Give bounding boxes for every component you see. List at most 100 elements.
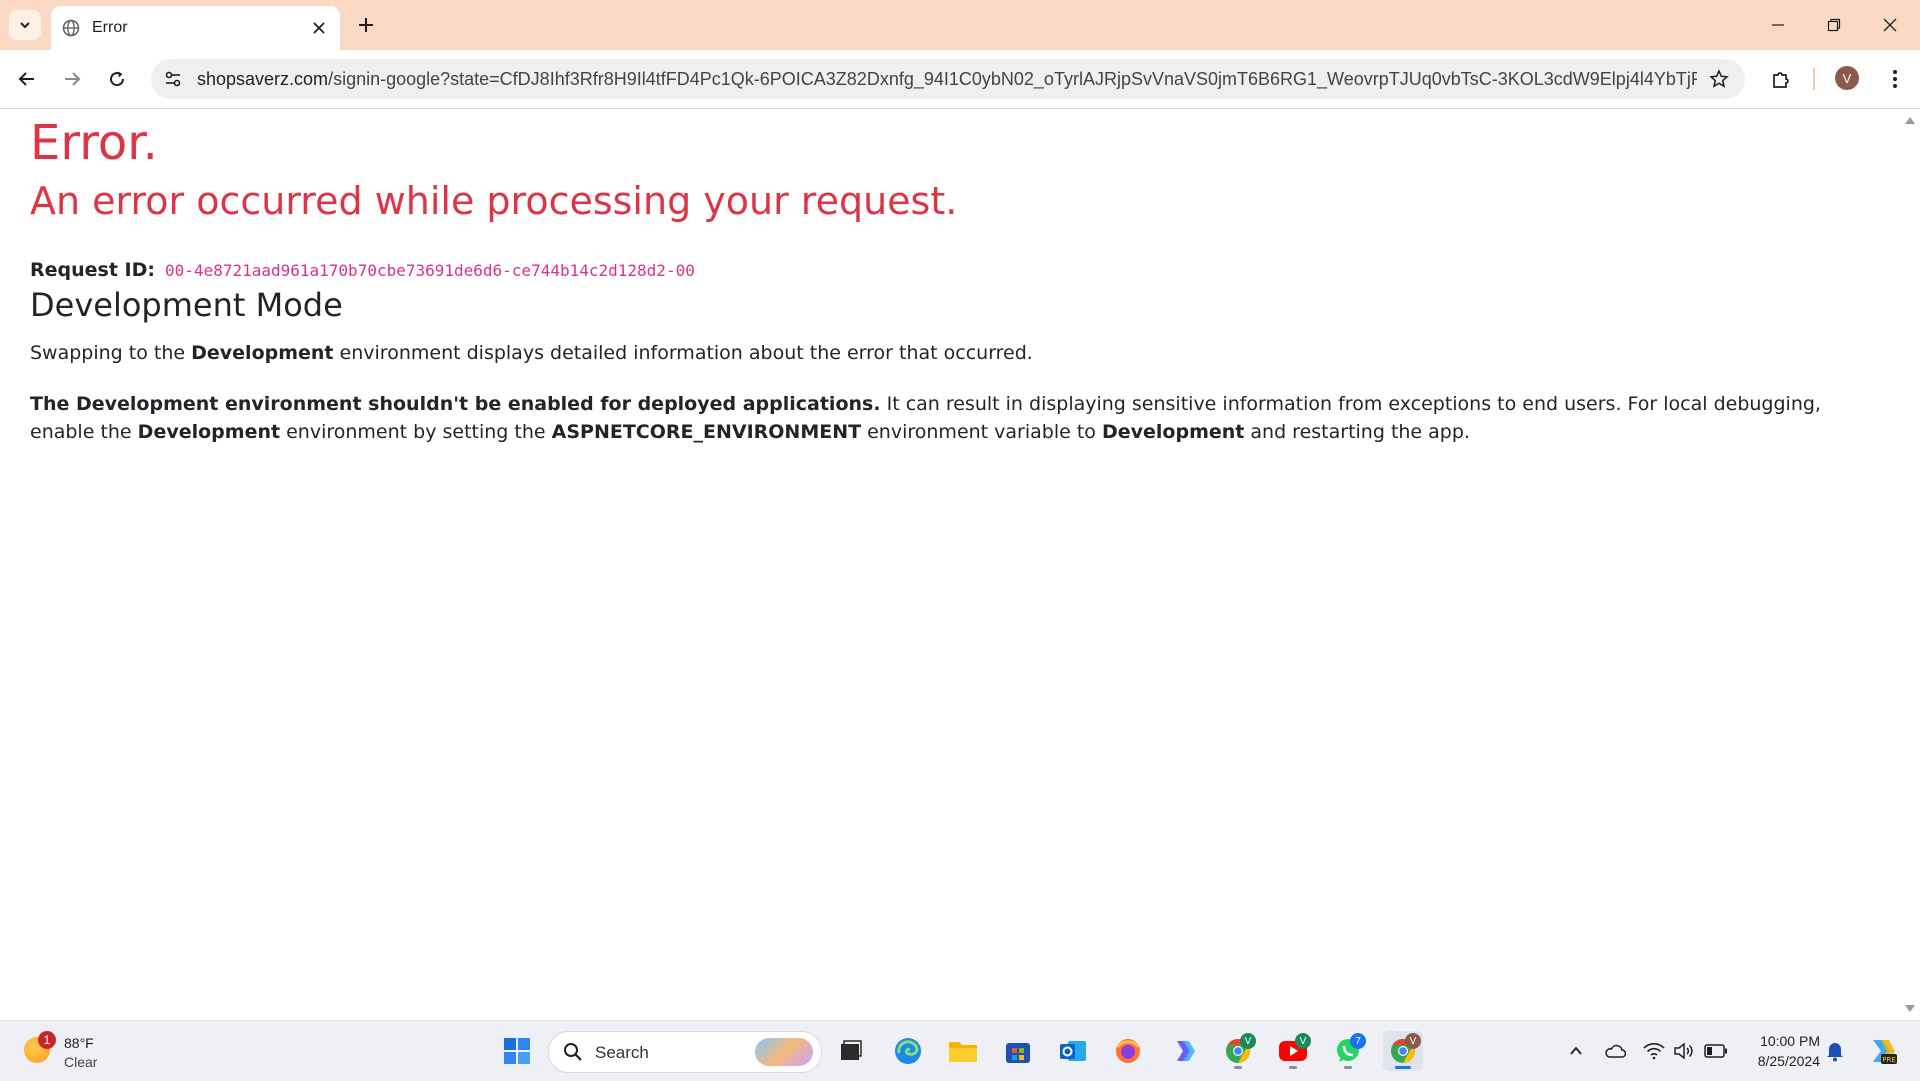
minimize-icon [1772,24,1784,26]
outlook-icon [1060,1041,1086,1061]
tab-title: Error [92,19,128,36]
weather-temperature: 88°F [64,1035,94,1051]
minimize-button[interactable] [1750,0,1806,50]
globe-icon [62,19,80,37]
chrome-menu-button[interactable] [1880,64,1910,94]
copilot-preview-button[interactable]: PRE [1866,1035,1898,1067]
chevron-down-icon [20,22,30,29]
extensions-button[interactable] [1766,65,1796,95]
arrow-right-icon [65,72,81,86]
copilot-pre-icon: PRE [1873,1040,1897,1064]
forward-button[interactable] [57,64,87,94]
task-view-button[interactable] [831,1031,871,1071]
start-button[interactable] [497,1031,537,1071]
chrome-active-badge: V [1405,1033,1421,1049]
tab-search-button[interactable] [9,10,41,40]
restore-icon [1827,18,1841,32]
error-subtitle: An error occurred while processing your … [30,179,958,223]
para2-text-4: and restarting the app. [1244,421,1470,443]
clock-time: 10:00 PM [1760,1033,1820,1049]
bookmark-star-icon[interactable] [1707,67,1731,91]
development-mode-paragraph-1: Swapping to the Development environment … [30,342,1033,364]
search-highlight-image [755,1038,813,1066]
running-indicator [1344,1066,1352,1069]
vertical-scrollbar[interactable] [1900,109,1920,1020]
para2-text-3: environment variable to [861,421,1102,443]
file-explorer-app[interactable] [943,1031,983,1071]
whatsapp-badge: 7 [1350,1033,1366,1049]
para2-bold-4: Development [1101,421,1245,443]
search-icon [564,1043,582,1061]
windows-logo-icon [504,1038,530,1064]
development-mode-heading: Development Mode [30,286,343,324]
profile-avatar[interactable]: V [1835,66,1859,90]
close-tab-icon[interactable] [307,16,331,40]
whatsapp-app[interactable]: 7 [1328,1031,1368,1071]
request-id: Request ID: 00-4e8721aad961a170b70cbe736… [30,259,695,281]
active-indicator [1395,1066,1411,1069]
para1-post: environment displays detailed informatio… [333,342,1033,364]
running-indicator [1289,1066,1297,1069]
tab-error[interactable]: Error [51,6,340,50]
toolbar-divider [1813,68,1815,90]
chrome-profile-badge: V [1240,1033,1256,1049]
onedrive-tray[interactable] [1603,1039,1627,1063]
clock-date: 8/25/2024 [1757,1053,1820,1069]
edge-app[interactable] [888,1031,928,1071]
youtube-app[interactable]: V [1273,1031,1313,1071]
notifications-button[interactable] [1823,1039,1847,1063]
site-info-icon[interactable] [161,67,185,91]
tab-strip: Error [0,0,1920,50]
outlook-app[interactable] [1053,1031,1093,1071]
battery-tray[interactable] [1704,1039,1728,1063]
new-tab-button[interactable] [353,12,379,38]
weather-condition: Clear [64,1054,98,1070]
address-bar[interactable]: shopsaverz.com/signin-google?state=CfDJ8… [151,59,1745,99]
error-title: Error. [30,115,158,171]
show-hidden-icons-button[interactable] [1564,1039,1588,1063]
weather-widget[interactable]: 1 88°F Clear [20,1029,140,1073]
chevron-up-icon [1570,1046,1582,1055]
folder-icon [949,1042,977,1062]
task-view-icon [841,1040,862,1060]
copilot-app[interactable] [1163,1031,1203,1071]
taskbar-clock[interactable]: 10:00 PM 8/25/2024 [1740,1031,1820,1071]
scroll-up-arrow-icon[interactable] [1905,117,1915,124]
svg-text:PRE: PRE [1882,1056,1896,1064]
cloud-icon [1605,1044,1626,1058]
scroll-down-arrow-icon[interactable] [1905,1005,1915,1012]
request-id-value: 00-4e8721aad961a170b70cbe73691de6d6-ce74… [165,261,695,280]
chrome-app-active[interactable]: V [1383,1031,1423,1071]
request-id-label: Request ID: [30,259,155,281]
chrome-profile-app[interactable]: V [1218,1031,1258,1071]
para2-bold-2: Development [137,421,281,443]
url-path: /signin-google?state=CfDJ8Ihf3Rfr8H9Il4t… [328,69,1697,89]
para2-bold-3: ASPNETCORE_ENVIRONMENT [551,421,862,443]
volume-tray[interactable] [1672,1039,1696,1063]
arrow-left-icon [18,72,34,86]
bell-icon [1827,1043,1843,1062]
back-button[interactable] [12,64,42,94]
para1-pre: Swapping to the [30,342,192,364]
development-mode-paragraph-2: The Development environment shouldn't be… [30,390,1875,446]
weather-badge: 1 [38,1031,56,1049]
url-text[interactable]: shopsaverz.com/signin-google?state=CfDJ8… [197,69,1697,90]
running-indicator [1234,1066,1242,1069]
store-icon [1006,1043,1030,1063]
firefox-app[interactable] [1108,1031,1148,1071]
close-window-button[interactable] [1862,0,1918,50]
edge-icon [895,1038,921,1064]
battery-icon [1704,1044,1727,1058]
speaker-icon [1674,1042,1693,1060]
more-vertical-icon [1893,70,1897,88]
para1-bold: Development [191,342,334,364]
restore-button[interactable] [1806,0,1862,50]
search-label: Search [595,1043,649,1062]
wifi-tray[interactable] [1642,1039,1666,1063]
firefox-icon [1116,1039,1140,1063]
microsoft-store-app[interactable] [998,1031,1038,1071]
reload-button[interactable] [102,64,132,94]
youtube-badge: V [1295,1033,1311,1049]
plus-icon [359,18,373,32]
taskbar-search[interactable]: Search [548,1031,822,1073]
